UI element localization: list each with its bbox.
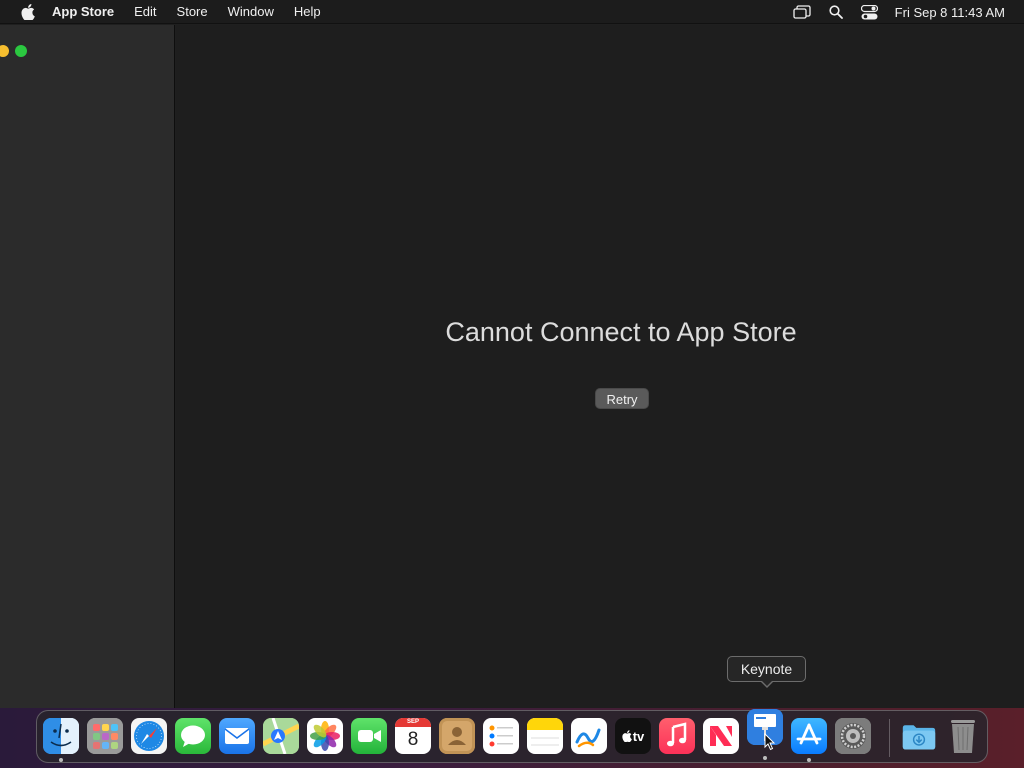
news-icon[interactable] [703, 718, 739, 754]
main-content: Cannot Connect to App Store Retry [176, 25, 1024, 708]
safari-icon[interactable] [131, 718, 167, 754]
menu-window[interactable]: Window [228, 4, 274, 19]
minimize-button[interactable] [0, 45, 9, 57]
music-icon[interactable] [659, 718, 695, 754]
calendar-icon[interactable]: SEP 8 [395, 718, 431, 754]
menu-bar: App Store Edit Store Window Help Fri Sep [0, 0, 1024, 24]
app-store-running-indicator [807, 758, 811, 762]
dock: SEP 8 tv [36, 709, 988, 763]
mail-icon[interactable] [219, 718, 255, 754]
calendar-month: SEP [395, 718, 431, 727]
retry-button[interactable]: Retry [595, 388, 649, 409]
trash-icon[interactable] [945, 718, 981, 754]
messages-icon[interactable] [175, 718, 211, 754]
app-store-icon[interactable] [791, 718, 827, 754]
system-settings-icon[interactable] [835, 718, 871, 754]
launchpad-icon[interactable] [87, 718, 123, 754]
menu-clock[interactable]: Fri Sep 8 11:43 AM [895, 5, 1005, 20]
contacts-icon[interactable] [439, 718, 475, 754]
finder-running-indicator [59, 758, 63, 762]
spotlight-search-icon[interactable] [825, 3, 847, 21]
tv-icon[interactable]: tv [615, 718, 651, 754]
menu-store[interactable]: Store [177, 4, 208, 19]
menu-edit[interactable]: Edit [134, 4, 156, 19]
dock-separator [889, 719, 890, 757]
downloads-folder-icon[interactable] [901, 718, 937, 754]
maps-icon[interactable] [263, 718, 299, 754]
error-title: Cannot Connect to App Store [445, 317, 797, 347]
control-center-icon[interactable] [859, 3, 881, 21]
keynote-running-indicator [763, 756, 767, 760]
menu-app-store[interactable]: App Store [52, 4, 114, 19]
finder-icon[interactable] [43, 718, 79, 754]
mouse-cursor-icon [764, 732, 776, 751]
tv-label: tv [632, 728, 645, 744]
dock-tooltip: Keynote [727, 656, 806, 682]
app-store-window: Cannot Connect to App Store Retry [0, 25, 1024, 708]
notes-icon[interactable] [527, 718, 563, 754]
calendar-day: 8 [407, 729, 419, 750]
menu-help[interactable]: Help [294, 4, 321, 19]
sidebar [0, 25, 175, 708]
zoom-button[interactable] [15, 45, 27, 57]
reminders-icon[interactable] [483, 718, 519, 754]
tooltip-arrow-fill [761, 680, 773, 686]
screen-mirroring-icon[interactable] [791, 3, 813, 21]
facetime-icon[interactable] [351, 718, 387, 754]
freeform-icon[interactable] [571, 718, 607, 754]
photos-icon[interactable] [307, 718, 343, 754]
apple-menu-icon[interactable] [18, 2, 38, 22]
